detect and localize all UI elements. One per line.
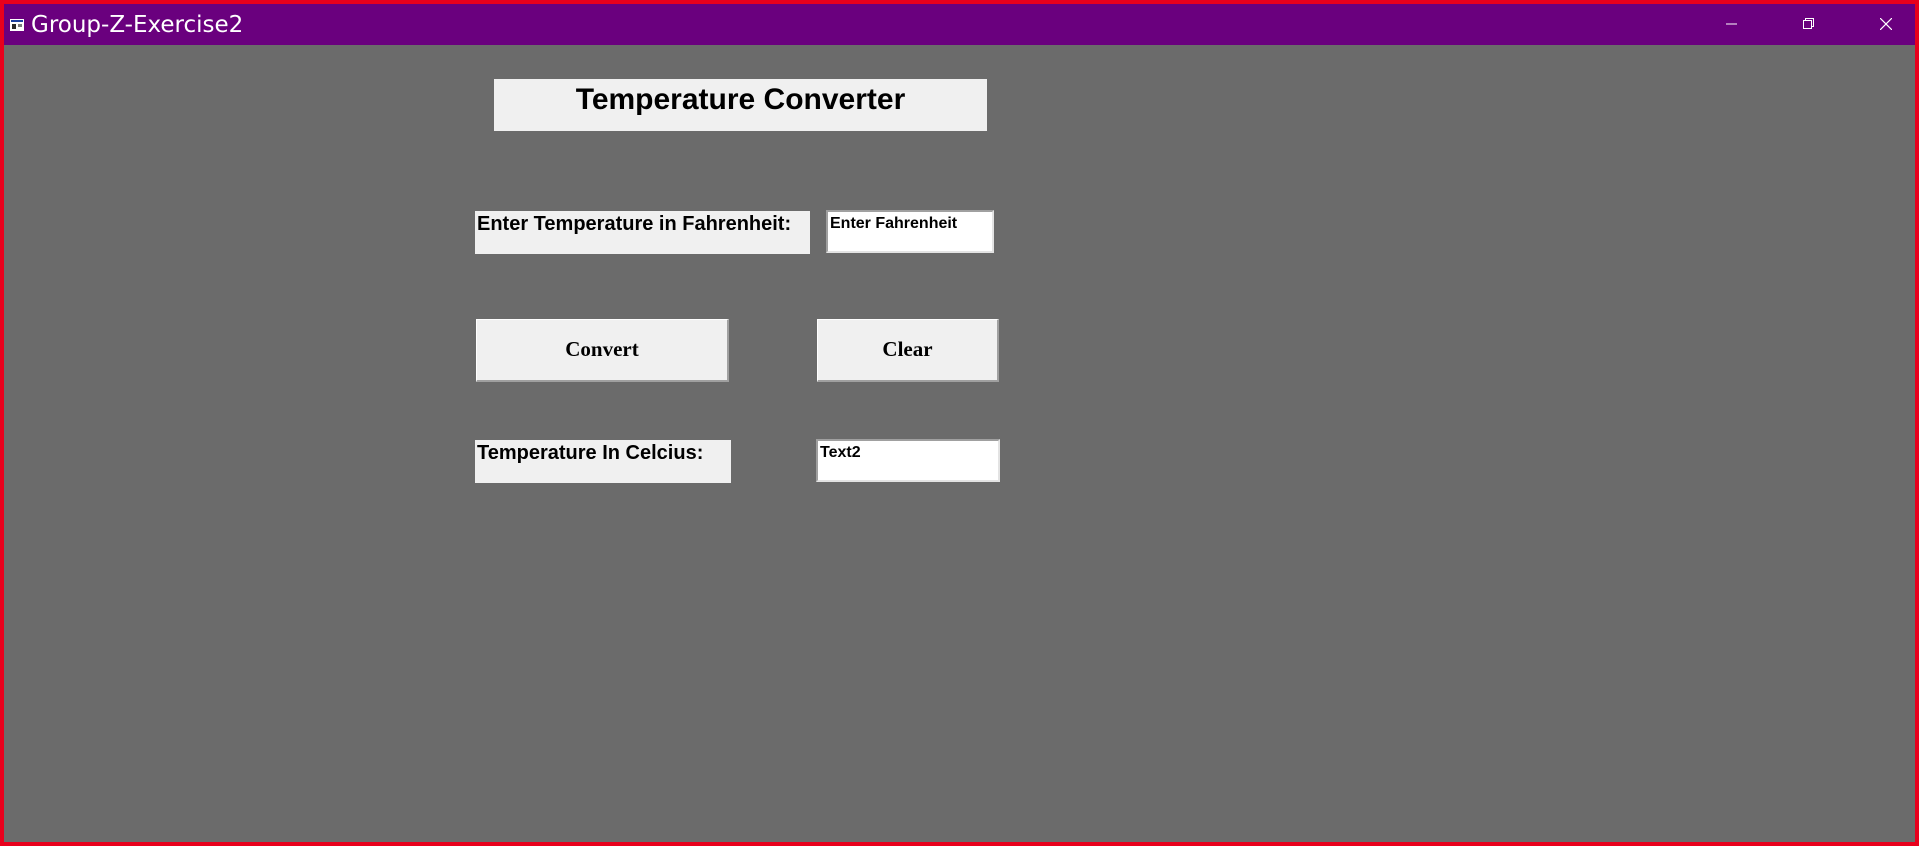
page-title: Temperature Converter xyxy=(494,79,987,131)
minimize-icon xyxy=(1726,23,1737,25)
clear-button[interactable]: Clear xyxy=(817,319,999,382)
fahrenheit-input[interactable]: Enter Fahrenheit xyxy=(826,210,994,253)
celcius-label: Temperature In Celcius: xyxy=(475,440,731,483)
window-title: Group-Z-Exercise2 xyxy=(31,12,244,38)
form-client-area: Temperature Converter Enter Temperature … xyxy=(4,45,1915,842)
restore-icon xyxy=(1803,18,1814,29)
close-button[interactable] xyxy=(1850,4,1919,45)
minimize-button[interactable] xyxy=(1696,4,1768,45)
fahrenheit-label: Enter Temperature in Fahrenheit: xyxy=(475,211,810,254)
convert-button[interactable]: Convert xyxy=(476,319,729,382)
app-window: Group-Z-Exercise2 Temperature Converter … xyxy=(0,0,1919,846)
app-icon xyxy=(10,18,24,31)
title-bar[interactable]: Group-Z-Exercise2 xyxy=(4,4,1915,45)
celcius-output-field[interactable]: Text2 xyxy=(816,439,1000,482)
close-icon xyxy=(1880,18,1892,30)
restore-button[interactable] xyxy=(1773,4,1845,45)
